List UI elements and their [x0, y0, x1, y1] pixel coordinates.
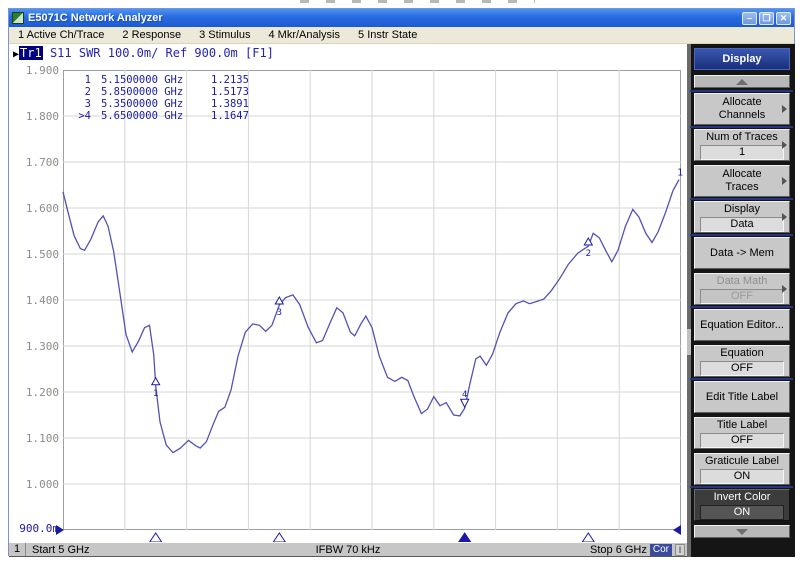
y-axis-label: 1.000	[13, 478, 59, 491]
correction-badge: Cor	[650, 544, 672, 556]
softkey-sidebar: Display Allocate Channels Num of Traces …	[687, 44, 795, 557]
restore-button[interactable]: ❐	[759, 12, 774, 25]
cropped-text-fragment	[300, 0, 535, 3]
status-bar: IFBW 70 kHz 1 Start 5 GHz Stop 6 GHz Cor…	[9, 542, 687, 557]
svg-text:1: 1	[153, 389, 158, 399]
y-axis-label: 1.100	[13, 432, 59, 445]
y-axis-label: 1.200	[13, 386, 59, 399]
marker-readout-table: 15.1500000 GHz1.2135 25.8500000 GHz1.517…	[69, 75, 249, 123]
y-axis-label: 1.900	[13, 64, 59, 77]
minimize-button[interactable]: –	[742, 12, 757, 25]
data-math-value: OFF	[700, 289, 784, 304]
softkey-separator	[690, 486, 793, 488]
trace-header: ▶Tr1 S11 SWR 100.0m/ Ref 900.0m [F1]	[13, 46, 274, 60]
softkey-separator	[690, 198, 793, 200]
y-axis-label: 1.600	[13, 202, 59, 215]
trace-name-badge[interactable]: Tr1	[19, 46, 43, 60]
trace-format-text: S11 SWR 100.0m/ Ref 900.0m [F1]	[43, 46, 274, 60]
svg-text:2: 2	[586, 249, 591, 259]
down-arrow-icon	[736, 529, 748, 535]
menu-stimulus[interactable]: 3 Stimulus	[190, 29, 259, 41]
reference-marker-left-icon	[56, 525, 64, 535]
ifbw-readout: IFBW 70 kHz	[9, 544, 687, 556]
up-arrow-icon	[736, 79, 748, 85]
softkey-scroll-up-button[interactable]	[694, 75, 790, 88]
menu-mkr-analysis[interactable]: 4 Mkr/Analysis	[259, 29, 349, 41]
svg-text:1: 1	[677, 167, 683, 178]
graph-area: ▶Tr1 S11 SWR 100.0m/ Ref 900.0m [F1] 1 2 3…	[9, 44, 687, 542]
softkey-allocate-traces[interactable]: Allocate Traces	[694, 165, 790, 197]
y-axis-label: 1.800	[13, 110, 59, 123]
stop-frequency: Stop 6 GHz	[590, 544, 647, 556]
page: { "window": { "title": "E5071C Network A…	[0, 0, 800, 567]
softkey-allocate-channels[interactable]: Allocate Channels	[694, 93, 790, 125]
reference-level-label: 900.0m	[13, 522, 59, 535]
marker-row: >45.6500000 GHz1.1647	[69, 111, 249, 123]
softkey-edit-title-label[interactable]: Edit Title Label	[694, 381, 790, 413]
softkey-title-label[interactable]: Title Label OFF	[694, 417, 790, 449]
softkey-num-of-traces[interactable]: Num of Traces 1	[694, 129, 790, 161]
app-window: E5071C Network Analyzer – ❐ ✕ 1 Active C…	[8, 8, 795, 556]
y-axis-label: 1.700	[13, 156, 59, 169]
softkey-data-to-mem[interactable]: Data -> Mem	[694, 237, 790, 269]
swr-trace-plot[interactable]: 12341	[63, 70, 681, 544]
svg-text:3: 3	[277, 308, 282, 318]
equation-value: OFF	[700, 361, 784, 376]
softkey-separator	[690, 378, 793, 380]
menu-active-ch-trace[interactable]: 1 Active Ch/Trace	[9, 29, 113, 41]
softkey-data-math: Data Math OFF	[694, 273, 790, 305]
softkey-separator	[690, 306, 793, 308]
softkey-equation[interactable]: Equation OFF	[694, 345, 790, 377]
submenu-arrow-icon	[782, 285, 787, 293]
softkey-graticule-label[interactable]: Graticule Label ON	[694, 453, 790, 485]
menu-bar: 1 Active Ch/Trace 2 Response 3 Stimulus …	[9, 27, 794, 44]
softkey-scrollbar[interactable]	[687, 44, 691, 557]
softkey-invert-color[interactable]: Invert Color ON	[694, 489, 790, 521]
invert-color-value: ON	[700, 505, 784, 520]
window-title: E5071C Network Analyzer	[28, 12, 163, 24]
y-axis-label: 1.300	[13, 340, 59, 353]
reference-marker-right-icon	[673, 525, 681, 535]
softkey-menu-title: Display	[694, 48, 790, 70]
submenu-arrow-icon	[782, 177, 787, 185]
title-bar[interactable]: E5071C Network Analyzer – ❐ ✕	[9, 9, 794, 27]
num-of-traces-value: 1	[700, 145, 784, 160]
title-label-value: OFF	[700, 433, 784, 448]
softkey-display[interactable]: Display Data	[694, 201, 790, 233]
softkey-scroll-thumb[interactable]	[687, 329, 691, 355]
submenu-arrow-icon	[782, 105, 787, 113]
y-axis-label: 1.400	[13, 294, 59, 307]
submenu-arrow-icon	[782, 141, 787, 149]
display-value: Data	[700, 217, 784, 232]
softkey-equation-editor[interactable]: Equation Editor...	[694, 309, 790, 341]
status-indicator-box: I	[675, 544, 685, 556]
softkey-separator	[690, 126, 793, 128]
app-icon	[12, 12, 24, 24]
softkey-scroll-down-button[interactable]	[694, 525, 790, 538]
close-button[interactable]: ✕	[776, 12, 791, 25]
menu-instr-state[interactable]: 5 Instr State	[349, 29, 426, 41]
softkey-separator	[690, 90, 793, 92]
softkey-separator	[690, 234, 793, 236]
graticule-label-value: ON	[700, 469, 784, 484]
menu-response[interactable]: 2 Response	[113, 29, 190, 41]
submenu-arrow-icon	[782, 213, 787, 221]
y-axis-label: 1.500	[13, 248, 59, 261]
